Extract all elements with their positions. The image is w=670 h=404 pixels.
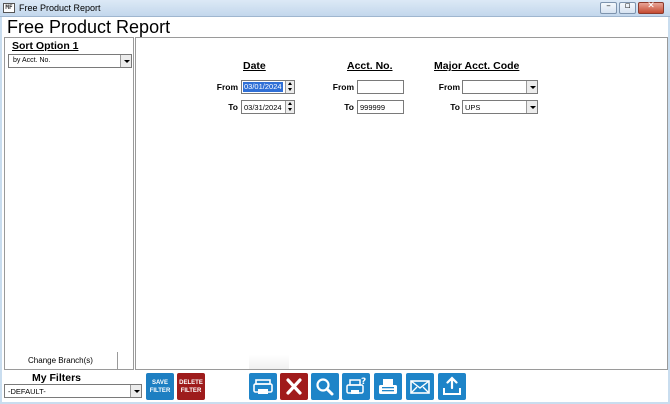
my-filters-dropdown-button[interactable] [130, 385, 141, 397]
sort-option-value: by Acct. No. [13, 57, 51, 64]
sort-option-label: Sort Option 1 [12, 40, 79, 52]
window-titlebar: MF Free Product Report – ▫ ✕ [0, 0, 670, 17]
chevron-down-icon [134, 390, 140, 393]
major-to-label: To [450, 102, 460, 112]
date-to-label: To [228, 102, 238, 112]
date-from-label: From [216, 82, 238, 92]
filter-panel: Date From 03/01/2024 To 03/31/2024 Acct.… [135, 37, 668, 370]
spin-down-icon [288, 108, 292, 111]
my-filters-select[interactable]: -DEFAULT- [4, 384, 142, 398]
sort-panel: Sort Option 1 by Acct. No. [4, 37, 134, 370]
chevron-down-icon [124, 60, 130, 63]
acct-to-value: 999999 [360, 103, 386, 112]
report-content: Free Product Report Sort Option 1 by Acc… [2, 17, 668, 402]
change-branch-button[interactable]: Change Branch(s) [4, 352, 118, 369]
window-controls: – ▫ ✕ [600, 1, 664, 14]
major-from-select[interactable] [462, 80, 538, 94]
acct-from-label: From [332, 82, 354, 92]
print-button[interactable] [249, 373, 277, 400]
acct-from-input[interactable] [357, 80, 404, 94]
cancel-icon [286, 378, 302, 395]
print-setup-icon: ? [346, 377, 366, 394]
page-title: Free Product Report [7, 17, 171, 37]
major-from-dropdown-button[interactable] [526, 81, 537, 93]
date-header: Date [243, 60, 266, 72]
acct-to-input[interactable]: 999999 [357, 100, 404, 114]
chevron-down-icon [530, 86, 536, 89]
fax-icon [379, 379, 397, 394]
my-filters-label: My Filters [32, 372, 82, 384]
my-filters-value: -DEFAULT- [8, 387, 46, 396]
major-acct-code-header: Major Acct. Code [434, 60, 520, 72]
minimize-icon: – [606, 1, 611, 11]
acct-no-header: Acct. No. [347, 60, 393, 72]
maximize-button[interactable]: ▫ [619, 1, 636, 14]
print-icon [253, 379, 273, 394]
major-to-select[interactable]: UPS [462, 100, 538, 114]
svg-text:?: ? [361, 377, 366, 387]
search-icon [316, 378, 334, 396]
date-from-value: 03/01/2024 [243, 82, 283, 92]
print-setup-button[interactable]: ? [342, 373, 370, 400]
delete-filter-button[interactable]: DELETE FILTER [177, 373, 205, 400]
close-icon: ✕ [647, 1, 655, 11]
export-icon [443, 376, 461, 395]
spin-up-icon [288, 102, 292, 105]
acct-to-label: To [344, 102, 354, 112]
search-button[interactable] [311, 373, 339, 400]
cancel-button[interactable] [280, 373, 308, 400]
close-button[interactable]: ✕ [638, 1, 664, 14]
date-to-value: 03/31/2024 [244, 103, 282, 112]
sort-dropdown-button[interactable] [120, 55, 131, 67]
major-to-dropdown-button[interactable] [526, 101, 537, 113]
date-to-spinner[interactable] [285, 101, 294, 113]
email-button[interactable] [406, 373, 434, 400]
date-from-spinner[interactable] [285, 81, 294, 93]
email-icon [410, 380, 430, 394]
restore-icon: ▫ [624, 1, 631, 11]
app-icon: MF [3, 3, 15, 13]
major-to-value: UPS [465, 103, 481, 112]
save-filter-button[interactable]: SAVE FILTER [146, 373, 174, 400]
minimize-button[interactable]: – [600, 1, 617, 14]
major-from-label: From [438, 82, 460, 92]
date-to-input[interactable]: 03/31/2024 [241, 100, 295, 114]
window-title: Free Product Report [19, 3, 101, 13]
date-from-input[interactable]: 03/01/2024 [241, 80, 295, 94]
spin-down-icon [288, 88, 292, 91]
export-button[interactable] [438, 373, 466, 400]
sort-option-select[interactable]: by Acct. No. [8, 54, 132, 68]
chevron-down-icon [530, 106, 536, 109]
spin-up-icon [288, 82, 292, 85]
toolbar-shade [249, 355, 289, 369]
fax-button[interactable] [374, 373, 402, 400]
